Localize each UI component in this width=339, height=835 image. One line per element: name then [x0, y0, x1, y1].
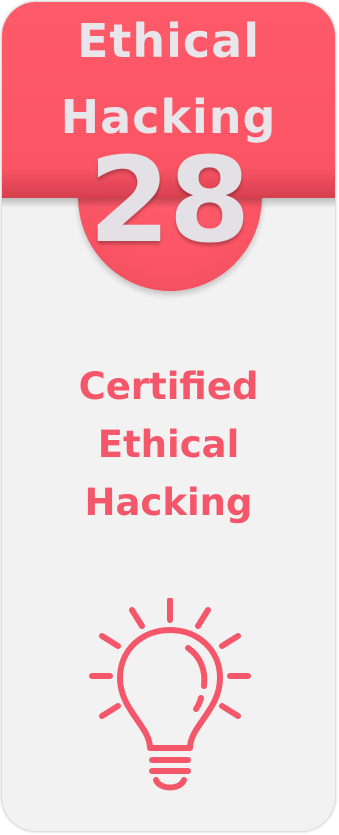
- card-subtitle-line2: Ethical: [97, 423, 240, 466]
- card-number: 28: [88, 131, 250, 269]
- lightbulb-icon: [89, 598, 251, 791]
- card-subtitle-line1: Certified: [78, 365, 259, 408]
- card-subtitle-line3: Hacking: [84, 481, 253, 524]
- course-card[interactable]: Ethical Hacking 28 Certified Ethical Hac…: [2, 2, 335, 831]
- card-title-line1: Ethical: [76, 14, 260, 68]
